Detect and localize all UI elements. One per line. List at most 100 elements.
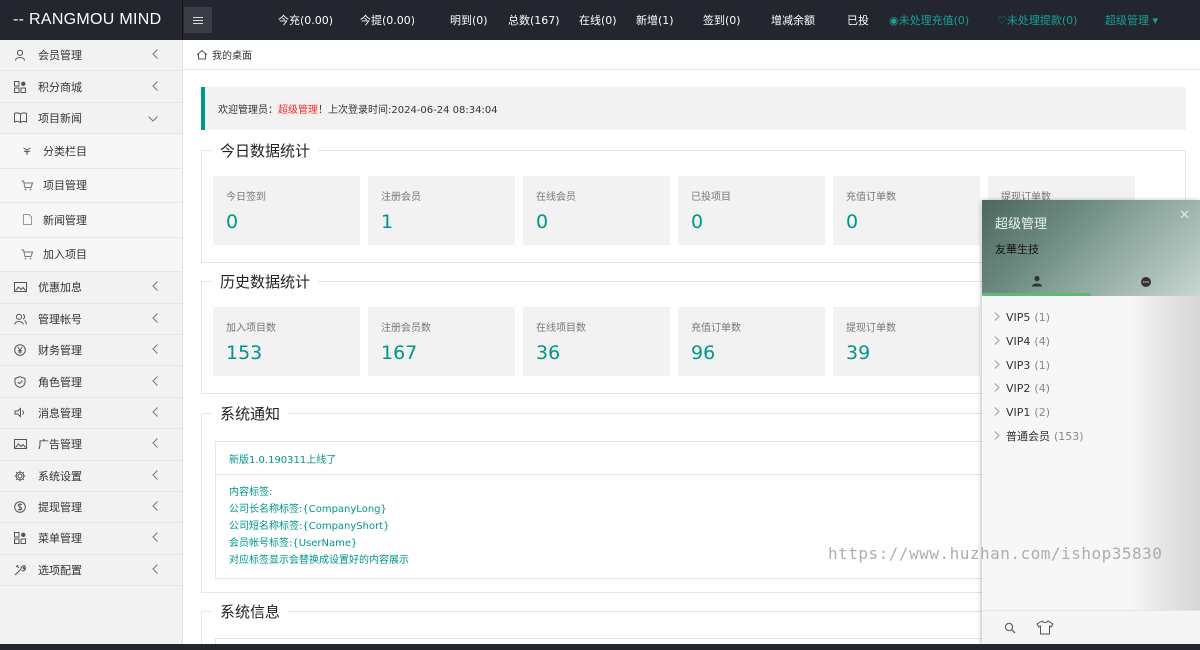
stat-value: 96 xyxy=(691,342,716,364)
chevron-left-icon xyxy=(152,405,158,421)
topnav-item[interactable]: 明到(0) xyxy=(450,12,508,28)
sidebar-item[interactable]: 菜单管理 xyxy=(0,523,182,555)
stat-value: 0 xyxy=(226,211,239,233)
topnav-item[interactable]: 总数(167) xyxy=(508,12,579,28)
stat-label: 已投项目 xyxy=(691,192,731,203)
topnav-item[interactable]: 超级管理 ▾ xyxy=(1105,12,1185,28)
notice-panel-title: 系统通知 xyxy=(212,403,289,424)
topnav-item[interactable]: 已投 xyxy=(847,12,889,28)
sidebar-item-label: 分类栏目 xyxy=(43,144,87,158)
close-icon[interactable]: ✕ xyxy=(1179,208,1190,223)
dollar-icon xyxy=(13,500,27,514)
stat-card: 充值订单数 0 xyxy=(833,176,980,245)
chevron-left-icon xyxy=(152,530,158,546)
sidebar-item[interactable]: 提现管理 xyxy=(0,492,182,524)
welcome-role: 超级管理 xyxy=(278,105,318,116)
friend-group-count: (1) xyxy=(1034,358,1050,372)
topnav-item[interactable]: 新增(1) xyxy=(636,12,703,28)
stat-card: 已投项目 0 xyxy=(678,176,825,245)
sidebar-item[interactable]: 积分商城 xyxy=(0,71,182,103)
sidebar-item[interactable]: 项目管理 xyxy=(0,168,182,204)
chevron-right-icon xyxy=(994,335,1000,348)
topnav-item[interactable]: 在线(0) xyxy=(579,12,636,28)
stat-label: 充值订单数 xyxy=(846,192,896,203)
history-stats-cards: 加入项目数 153 注册会员数 167 在线项目数 36 充值订单数 96 提现订单数 39 xyxy=(213,307,980,376)
im-chat-panel: 超级管理 友華生技 ✕ VIP5 (1) VIP4 (4) VIP3 (1) VIP2 (4)… xyxy=(982,200,1200,644)
users-icon xyxy=(13,312,27,326)
stat-card: 注册会员数 167 xyxy=(368,307,515,376)
tab-friends[interactable] xyxy=(982,268,1091,296)
friend-group-count: (4) xyxy=(1034,335,1050,349)
sidebar-item[interactable]: 会员管理 xyxy=(0,40,182,72)
brand-logo[interactable]: -- RANGMOU MIND xyxy=(0,0,183,40)
chevron-left-icon xyxy=(152,47,158,63)
notice-line: 公司短名称标签:{CompanyShort} xyxy=(229,521,390,532)
chat-username: 超级管理 xyxy=(995,217,1048,232)
friend-group-name: VIP4 xyxy=(1006,335,1031,349)
stat-value: 36 xyxy=(536,342,561,364)
sidebar-item-label: 新闻管理 xyxy=(43,213,87,227)
chevron-right-icon xyxy=(994,430,1000,443)
notice-line: 内容标签: xyxy=(229,487,273,498)
chat-bubble-icon xyxy=(1140,277,1151,287)
bottom-bar xyxy=(0,644,1200,650)
topnav-item[interactable]: 签到(0) xyxy=(703,12,771,28)
stat-label: 注册会员数 xyxy=(381,323,431,334)
sidebar-item-label: 会员管理 xyxy=(38,49,82,63)
tab-groups[interactable] xyxy=(1091,268,1200,296)
speaker-icon xyxy=(13,406,27,420)
tab-desktop[interactable]: 我的桌面 xyxy=(196,47,252,62)
sidebar-item-label: 系统设置 xyxy=(38,469,82,483)
sidebar-item[interactable]: 选项配置 xyxy=(0,555,182,587)
leaf-icon xyxy=(20,146,34,156)
friend-group-count: (153) xyxy=(1054,429,1084,443)
topnav-item[interactable]: 今提(0.00) xyxy=(360,12,450,28)
stat-value: 153 xyxy=(226,342,263,364)
sidebar-item[interactable]: 管理帐号 xyxy=(0,304,182,335)
search-icon[interactable] xyxy=(1004,622,1016,634)
sidebar-item[interactable]: 广告管理 xyxy=(0,429,182,461)
sidebar-item[interactable]: 系统设置 xyxy=(0,461,182,492)
friend-group-name: VIP5 xyxy=(1006,311,1031,325)
sidebar-item[interactable]: 优惠加息 xyxy=(0,272,182,304)
sidebar-item[interactable]: 分类栏目 xyxy=(0,134,182,169)
topnav-item[interactable]: 今充(0.00) xyxy=(278,12,360,28)
sidebar-item[interactable]: 新闻管理 xyxy=(0,203,182,238)
sidebar-item[interactable]: 加入项目 xyxy=(0,237,182,273)
shield-icon xyxy=(13,375,27,389)
stat-card: 充值订单数 96 xyxy=(678,307,825,376)
skin-shirt-icon[interactable] xyxy=(1036,620,1054,635)
chat-tabs xyxy=(982,268,1200,296)
sidebar-item[interactable]: 项目新闻 xyxy=(0,103,182,135)
gear-icon xyxy=(13,469,27,483)
chat-signature[interactable]: 友華生技 xyxy=(995,241,1039,257)
stat-label: 今日签到 xyxy=(226,192,266,203)
sysinfo-title: 系统信息 xyxy=(212,601,289,622)
sidebar-item-label: 管理帐号 xyxy=(38,312,82,326)
sidebar-item[interactable]: 消息管理 xyxy=(0,398,182,430)
tab-bar: 我的桌面 xyxy=(184,40,1200,70)
image-icon xyxy=(13,437,27,451)
topnav-item[interactable]: ◉未处理充值(0) xyxy=(889,12,997,28)
sidebar-item-label: 广告管理 xyxy=(38,438,82,452)
notice-line: 公司长名称标签:{CompanyLong} xyxy=(229,504,387,515)
top-header: -- RANGMOU MIND 今充(0.00) 今提(0.00) 明到(0) 总数(… xyxy=(0,0,1200,40)
topnav-item[interactable]: 增减余额 xyxy=(771,12,847,28)
sidebar-item-label: 加入项目 xyxy=(43,248,87,262)
sidebar-item[interactable]: 财务管理 xyxy=(0,335,182,367)
stat-value: 167 xyxy=(381,342,418,364)
person-icon xyxy=(1031,275,1042,286)
stat-value: 0 xyxy=(846,211,859,233)
tab-label: 我的桌面 xyxy=(212,51,252,62)
cart-icon xyxy=(20,180,34,191)
notice-headline[interactable]: 新版1.0.190311上线了 xyxy=(216,442,1014,475)
topnav-item[interactable]: ♡未处理提款(0) xyxy=(997,12,1105,28)
history-stats-title: 历史数据统计 xyxy=(212,271,319,292)
friend-group-count: (1) xyxy=(1034,311,1050,325)
chevron-left-icon xyxy=(152,468,158,484)
sidebar-item[interactable]: 角色管理 xyxy=(0,366,182,398)
menu-toggle-button[interactable] xyxy=(184,7,212,33)
chevron-left-icon xyxy=(152,342,158,358)
chevron-left-icon xyxy=(152,436,158,452)
chevron-down-icon xyxy=(148,110,158,126)
